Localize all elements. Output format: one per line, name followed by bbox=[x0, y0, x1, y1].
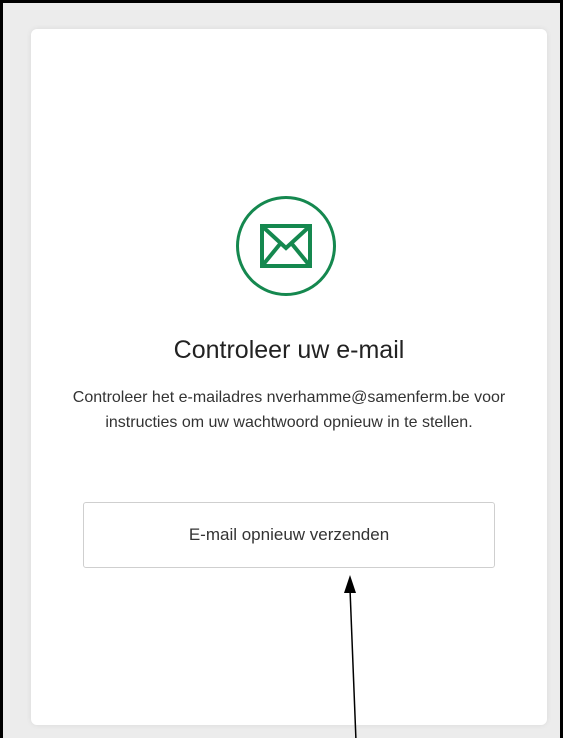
instruction-text: Controleer het e-mailadres nverhamme@sam… bbox=[72, 389, 506, 431]
page-title: Controleer uw e-mail bbox=[173, 336, 405, 364]
envelope-badge bbox=[236, 196, 336, 296]
check-email-card: Controleer uw e-mail Controleer het e-ma… bbox=[31, 29, 547, 725]
screenshot-frame: Controleer uw e-mail Controleer het e-ma… bbox=[0, 0, 563, 738]
resend-email-button[interactable]: E-mail opnieuw verzenden bbox=[83, 502, 495, 568]
envelope-icon bbox=[260, 224, 312, 268]
